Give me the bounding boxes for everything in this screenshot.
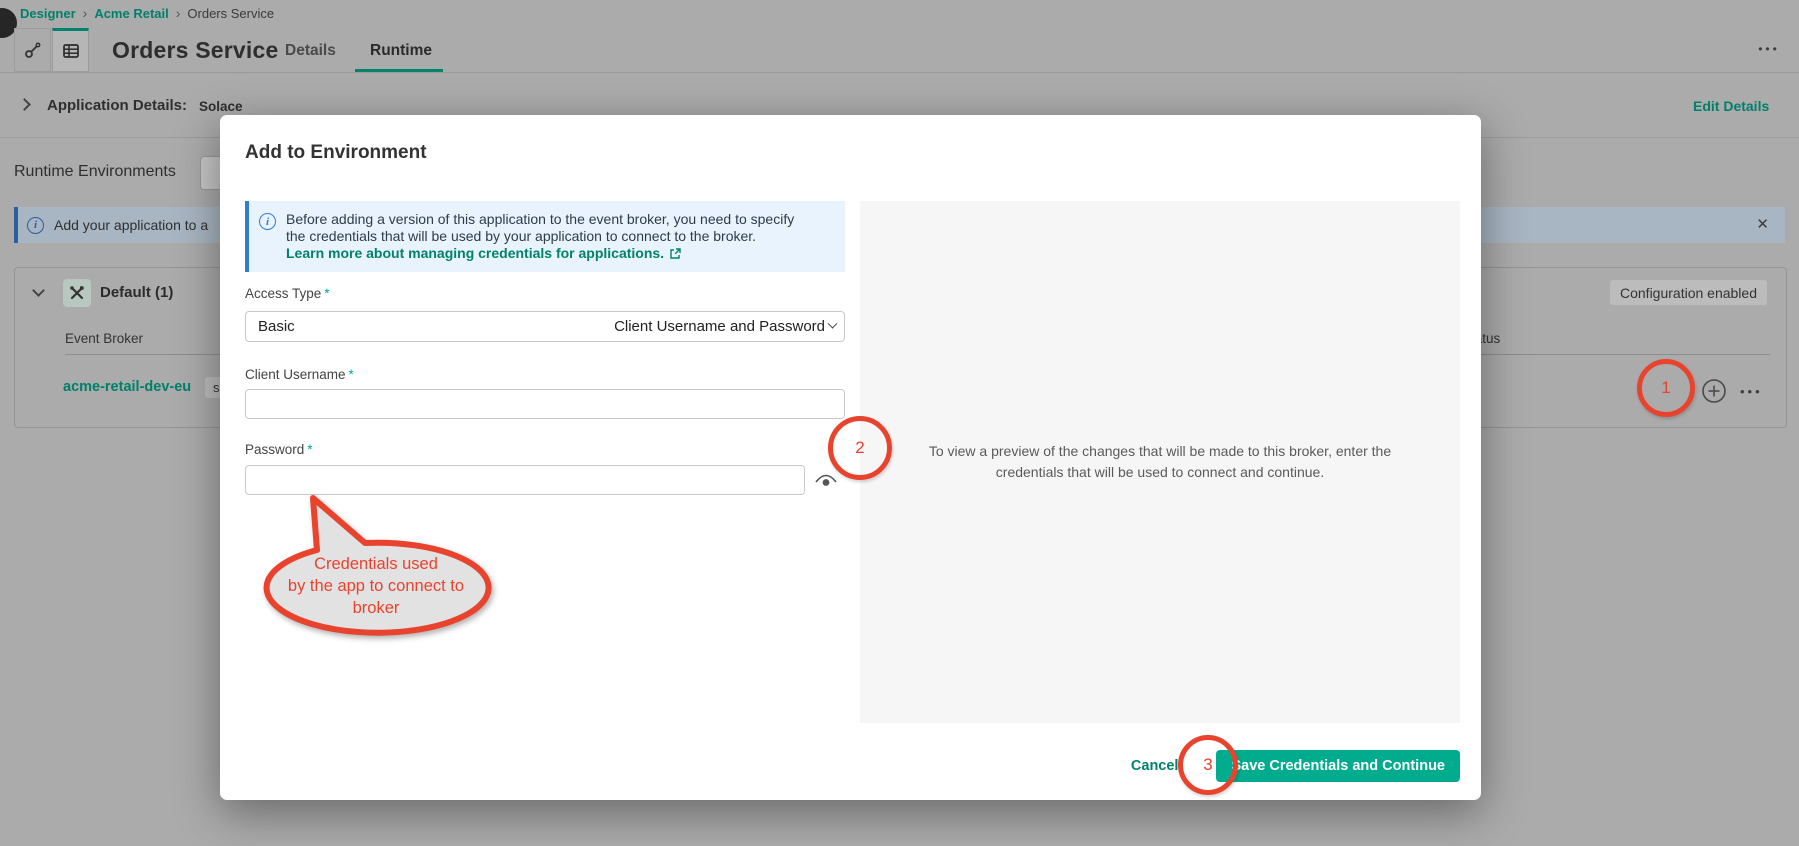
tab-runtime[interactable]: Runtime [370,42,432,60]
required-asterisk: * [324,286,329,301]
access-type-selected-option: Client Username and Password [614,318,825,335]
edit-details-link[interactable]: Edit Details [1693,98,1769,114]
learn-more-label: Learn more about managing credentials fo… [286,245,664,262]
graph-view-icon [23,40,43,60]
modal-info-banner: i Before adding a version of this applic… [245,201,845,272]
annotation-step-circle-1: 1 [1637,359,1695,417]
required-asterisk: * [307,442,312,457]
runtime-environments-heading: Runtime Environments [14,163,176,181]
password-label: Password* [245,442,313,457]
row-more-icon[interactable]: ••• [1740,384,1763,399]
preview-text-line: credentials that will be used to connect… [996,462,1324,483]
table-view-icon [61,41,81,61]
breadcrumb-designer[interactable]: Designer [20,6,76,21]
annotation-speech-bubble: Credentials used by the app to connect t… [240,490,510,650]
breadcrumb-current: Orders Service [187,6,274,21]
annotation-step-circle-3: 3 [1178,735,1238,795]
column-header-event-broker: Event Broker [65,331,143,346]
expand-chevron-icon[interactable] [18,98,31,111]
client-username-label: Client Username* [245,367,354,382]
breadcrumb: Designer › Acme Retail › Orders Service [20,4,274,22]
breadcrumb-acme-retail[interactable]: Acme Retail [94,6,168,21]
plus-circle-icon [1701,378,1727,404]
bubble-text-line: Credentials used [314,555,438,573]
add-to-environment-button[interactable] [1701,378,1727,404]
access-type-select[interactable]: Basic Client Username and Password [245,311,845,342]
cancel-button[interactable]: Cancel [1131,758,1179,774]
close-icon[interactable]: ✕ [1756,215,1769,233]
client-username-label-text: Client Username [245,367,346,382]
application-details-value: Solace [199,99,243,114]
tab-details[interactable]: Details [285,42,336,60]
modal-banner-line: Before adding a version of this applicat… [286,211,794,228]
toolbar-more-icon[interactable]: ••• [1752,42,1786,58]
access-type-value: Basic [258,318,614,335]
preview-text-line: To view a preview of the changes that wi… [929,441,1391,462]
view-tab-table[interactable] [52,28,89,72]
bubble-text-line: by the app to connect to [288,577,464,595]
page-title: Orders Service [112,37,278,64]
modal-title: Add to Environment [245,142,427,164]
password-label-text: Password [245,442,304,457]
annotation-step-circle-2: 2 [828,416,892,480]
show-password-toggle[interactable] [814,471,838,489]
eye-icon [814,471,838,489]
screen: Designer › Acme Retail › Orders Service … [0,0,1799,846]
toolbar-divider [0,72,1799,73]
preview-panel: To view a preview of the changes that wi… [860,201,1460,723]
modal-banner-line: the credentials that will be used by you… [286,228,794,245]
info-icon: i [27,217,44,234]
tools-icon [69,285,85,301]
external-link-icon [669,248,681,260]
view-tab-graph[interactable] [14,28,51,72]
access-type-label: Access Type* [245,286,330,301]
chevron-down-icon [828,319,838,329]
required-asterisk: * [349,367,354,382]
save-credentials-button[interactable]: Save Credentials and Continue [1216,750,1460,782]
environment-group-container [63,279,91,307]
page-info-banner-text: Add your application to a [54,217,208,233]
environment-group-label: Default (1) [100,284,173,301]
access-type-label-text: Access Type [245,286,321,301]
bubble-text-line: broker [353,599,400,617]
client-username-field[interactable] [245,389,845,419]
broker-name-link[interactable]: acme-retail-dev-eu [63,379,191,395]
breadcrumb-separator-icon: › [83,5,88,21]
learn-more-link[interactable]: Learn more about managing credentials fo… [286,245,681,262]
configuration-enabled-badge: Configuration enabled [1610,280,1767,305]
breadcrumb-separator-icon: › [176,5,181,21]
application-details-label: Application Details: [47,97,187,114]
info-icon: i [259,213,276,230]
